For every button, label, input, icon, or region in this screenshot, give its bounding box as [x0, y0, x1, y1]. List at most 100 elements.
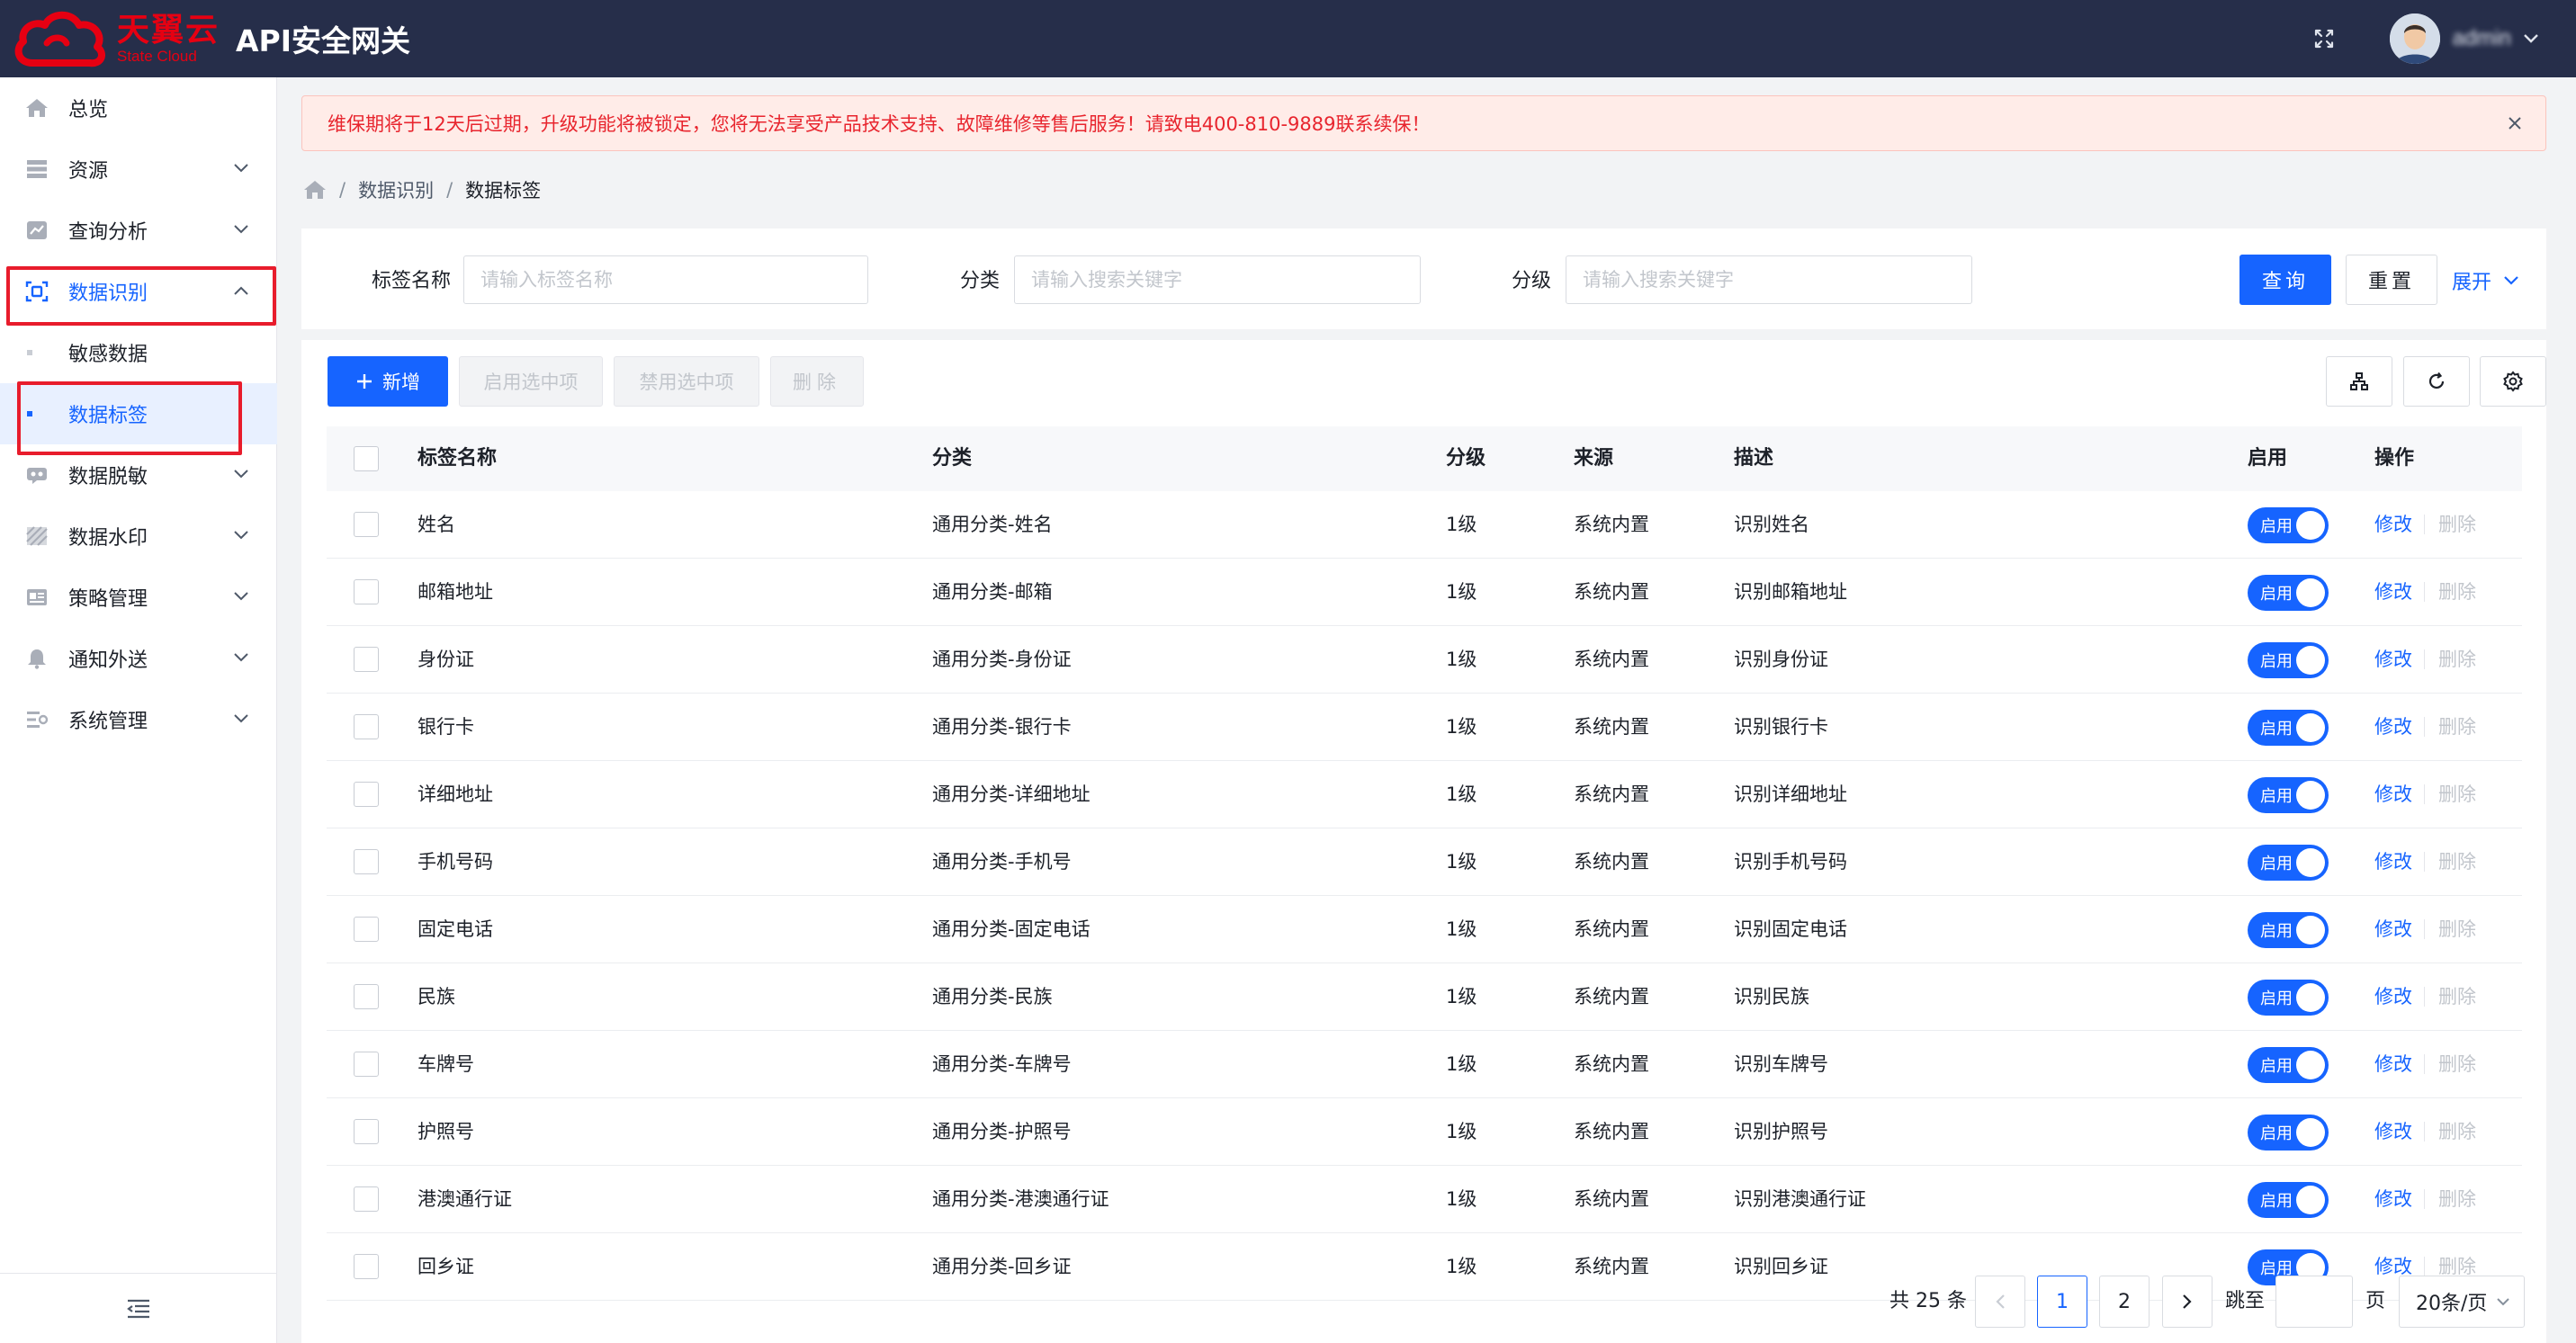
page-button-2[interactable]: 2: [2099, 1276, 2150, 1328]
edit-link[interactable]: 修改: [2374, 828, 2412, 895]
sidebar-item-notifications[interactable]: 通知外送: [0, 628, 277, 689]
edit-link[interactable]: 修改: [2374, 491, 2412, 558]
column-header-level[interactable]: 分级: [1446, 426, 1485, 491]
row-checkbox[interactable]: [354, 647, 379, 672]
sidebar-item-system-management[interactable]: 系统管理: [0, 689, 277, 750]
sidebar-item-query-analysis[interactable]: 查询分析: [0, 200, 277, 261]
row-checkbox[interactable]: [354, 1119, 379, 1144]
sidebar-item-label: 数据水印: [68, 527, 148, 550]
sidebar-item-overview[interactable]: 总览: [0, 77, 277, 139]
logo[interactable]: 天翼云 State Cloud: [11, 9, 220, 68]
level-input[interactable]: [1566, 255, 1972, 304]
edit-link[interactable]: 修改: [2374, 963, 2412, 1030]
column-header-category[interactable]: 分类: [932, 426, 972, 491]
row-checkbox[interactable]: [354, 714, 379, 739]
disable-selected-button[interactable]: 禁用选中项: [614, 356, 759, 407]
next-page-button[interactable]: [2162, 1276, 2212, 1328]
chevron-left-icon: [1996, 1294, 2005, 1309]
row-checkbox[interactable]: [354, 1052, 379, 1077]
row-checkbox[interactable]: [354, 984, 379, 1009]
reset-button[interactable]: 重置: [2346, 255, 2437, 305]
action-divider: [2424, 1257, 2425, 1276]
sidebar-subitem-sensitive-data[interactable]: 敏感数据: [0, 322, 277, 383]
chevron-down-icon[interactable]: [2522, 32, 2540, 45]
prev-page-button[interactable]: [1975, 1276, 2025, 1328]
close-icon[interactable]: [2504, 112, 2526, 134]
refresh-button[interactable]: [2403, 356, 2470, 407]
delete-link[interactable]: 删除: [2438, 963, 2476, 1030]
cell-tag-name: 固定电话: [417, 918, 493, 940]
edit-link[interactable]: 修改: [2374, 626, 2412, 693]
edit-link[interactable]: 修改: [2374, 1031, 2412, 1097]
avatar[interactable]: [2389, 13, 2440, 64]
jump-page-input[interactable]: [2275, 1276, 2353, 1328]
toggle-label: 启用: [2260, 720, 2293, 739]
edit-link[interactable]: 修改: [2374, 559, 2412, 625]
cell-level: 1级: [1446, 986, 1477, 1007]
enable-toggle[interactable]: 启用: [2248, 642, 2329, 678]
username[interactable]: admin: [2453, 26, 2511, 51]
delete-link[interactable]: 删除: [2438, 1031, 2476, 1097]
page-size-select[interactable]: 20条/页: [2399, 1276, 2525, 1328]
delete-link[interactable]: 删除: [2438, 559, 2476, 625]
sidebar-item-data-watermark[interactable]: 数据水印: [0, 506, 277, 567]
column-settings-button[interactable]: [2326, 356, 2392, 407]
cell-tag-name: 港澳通行证: [417, 1188, 512, 1210]
enable-toggle[interactable]: 启用: [2248, 777, 2329, 813]
delete-link[interactable]: 删除: [2438, 761, 2476, 828]
edit-link[interactable]: 修改: [2374, 694, 2412, 760]
enable-toggle[interactable]: 启用: [2248, 1047, 2329, 1083]
column-header-source[interactable]: 来源: [1574, 426, 1613, 491]
delete-link[interactable]: 删除: [2438, 828, 2476, 895]
delete-link[interactable]: 删除: [2438, 896, 2476, 962]
delete-selected-button[interactable]: 删除: [770, 356, 864, 407]
row-checkbox[interactable]: [354, 782, 379, 807]
sidebar-item-label: 系统管理: [68, 711, 148, 733]
edit-link[interactable]: 修改: [2374, 1166, 2412, 1232]
delete-link[interactable]: 删除: [2438, 1166, 2476, 1232]
query-button[interactable]: 查询: [2239, 255, 2331, 305]
enable-toggle[interactable]: 启用: [2248, 1115, 2329, 1151]
page-button-1[interactable]: 1: [2037, 1276, 2087, 1328]
delete-link[interactable]: 删除: [2438, 1098, 2476, 1165]
row-checkbox[interactable]: [354, 512, 379, 537]
cell-category: 通用分类-车牌号: [932, 1053, 1072, 1075]
sidebar-subitem-data-tags[interactable]: 数据标签: [0, 383, 277, 444]
row-checkbox[interactable]: [354, 579, 379, 604]
sidebar-item-resources[interactable]: 资源: [0, 139, 277, 200]
category-input[interactable]: [1014, 255, 1421, 304]
edit-link[interactable]: 修改: [2374, 896, 2412, 962]
edit-link[interactable]: 修改: [2374, 1098, 2412, 1165]
add-button[interactable]: 新增: [328, 356, 448, 407]
expand-link[interactable]: 展开: [2452, 266, 2520, 295]
select-all-checkbox[interactable]: [354, 446, 379, 471]
delete-link[interactable]: 删除: [2438, 491, 2476, 558]
fullscreen-icon[interactable]: [2311, 25, 2338, 52]
enable-selected-button[interactable]: 启用选中项: [459, 356, 603, 407]
cell-tag-name: 姓名: [417, 514, 455, 535]
enable-toggle[interactable]: 启用: [2248, 845, 2329, 881]
sidebar-collapse-button[interactable]: [0, 1273, 277, 1343]
column-header-description[interactable]: 描述: [1734, 426, 1773, 491]
enable-toggle[interactable]: 启用: [2248, 980, 2329, 1016]
sidebar-item-data-masking[interactable]: 数据脱敏: [0, 444, 277, 506]
enable-toggle[interactable]: 启用: [2248, 710, 2329, 746]
tag-name-input[interactable]: [463, 255, 868, 304]
chevron-down-icon: [234, 714, 248, 723]
breadcrumb-item[interactable]: 数据识别: [358, 176, 434, 203]
enable-toggle[interactable]: 启用: [2248, 1182, 2329, 1218]
sidebar-item-data-identification[interactable]: 数据识别: [0, 261, 277, 322]
settings-button[interactable]: [2480, 356, 2546, 407]
enable-toggle[interactable]: 启用: [2248, 912, 2329, 948]
row-checkbox[interactable]: [354, 1186, 379, 1212]
home-icon[interactable]: [303, 179, 327, 201]
row-checkbox[interactable]: [354, 917, 379, 942]
delete-link[interactable]: 删除: [2438, 626, 2476, 693]
delete-link[interactable]: 删除: [2438, 694, 2476, 760]
row-checkbox[interactable]: [354, 849, 379, 874]
edit-link[interactable]: 修改: [2374, 761, 2412, 828]
enable-toggle[interactable]: 启用: [2248, 575, 2329, 611]
sidebar-item-policy-management[interactable]: 策略管理: [0, 567, 277, 628]
enable-toggle[interactable]: 启用: [2248, 507, 2329, 543]
column-header-tag-name[interactable]: 标签名称: [417, 426, 497, 491]
